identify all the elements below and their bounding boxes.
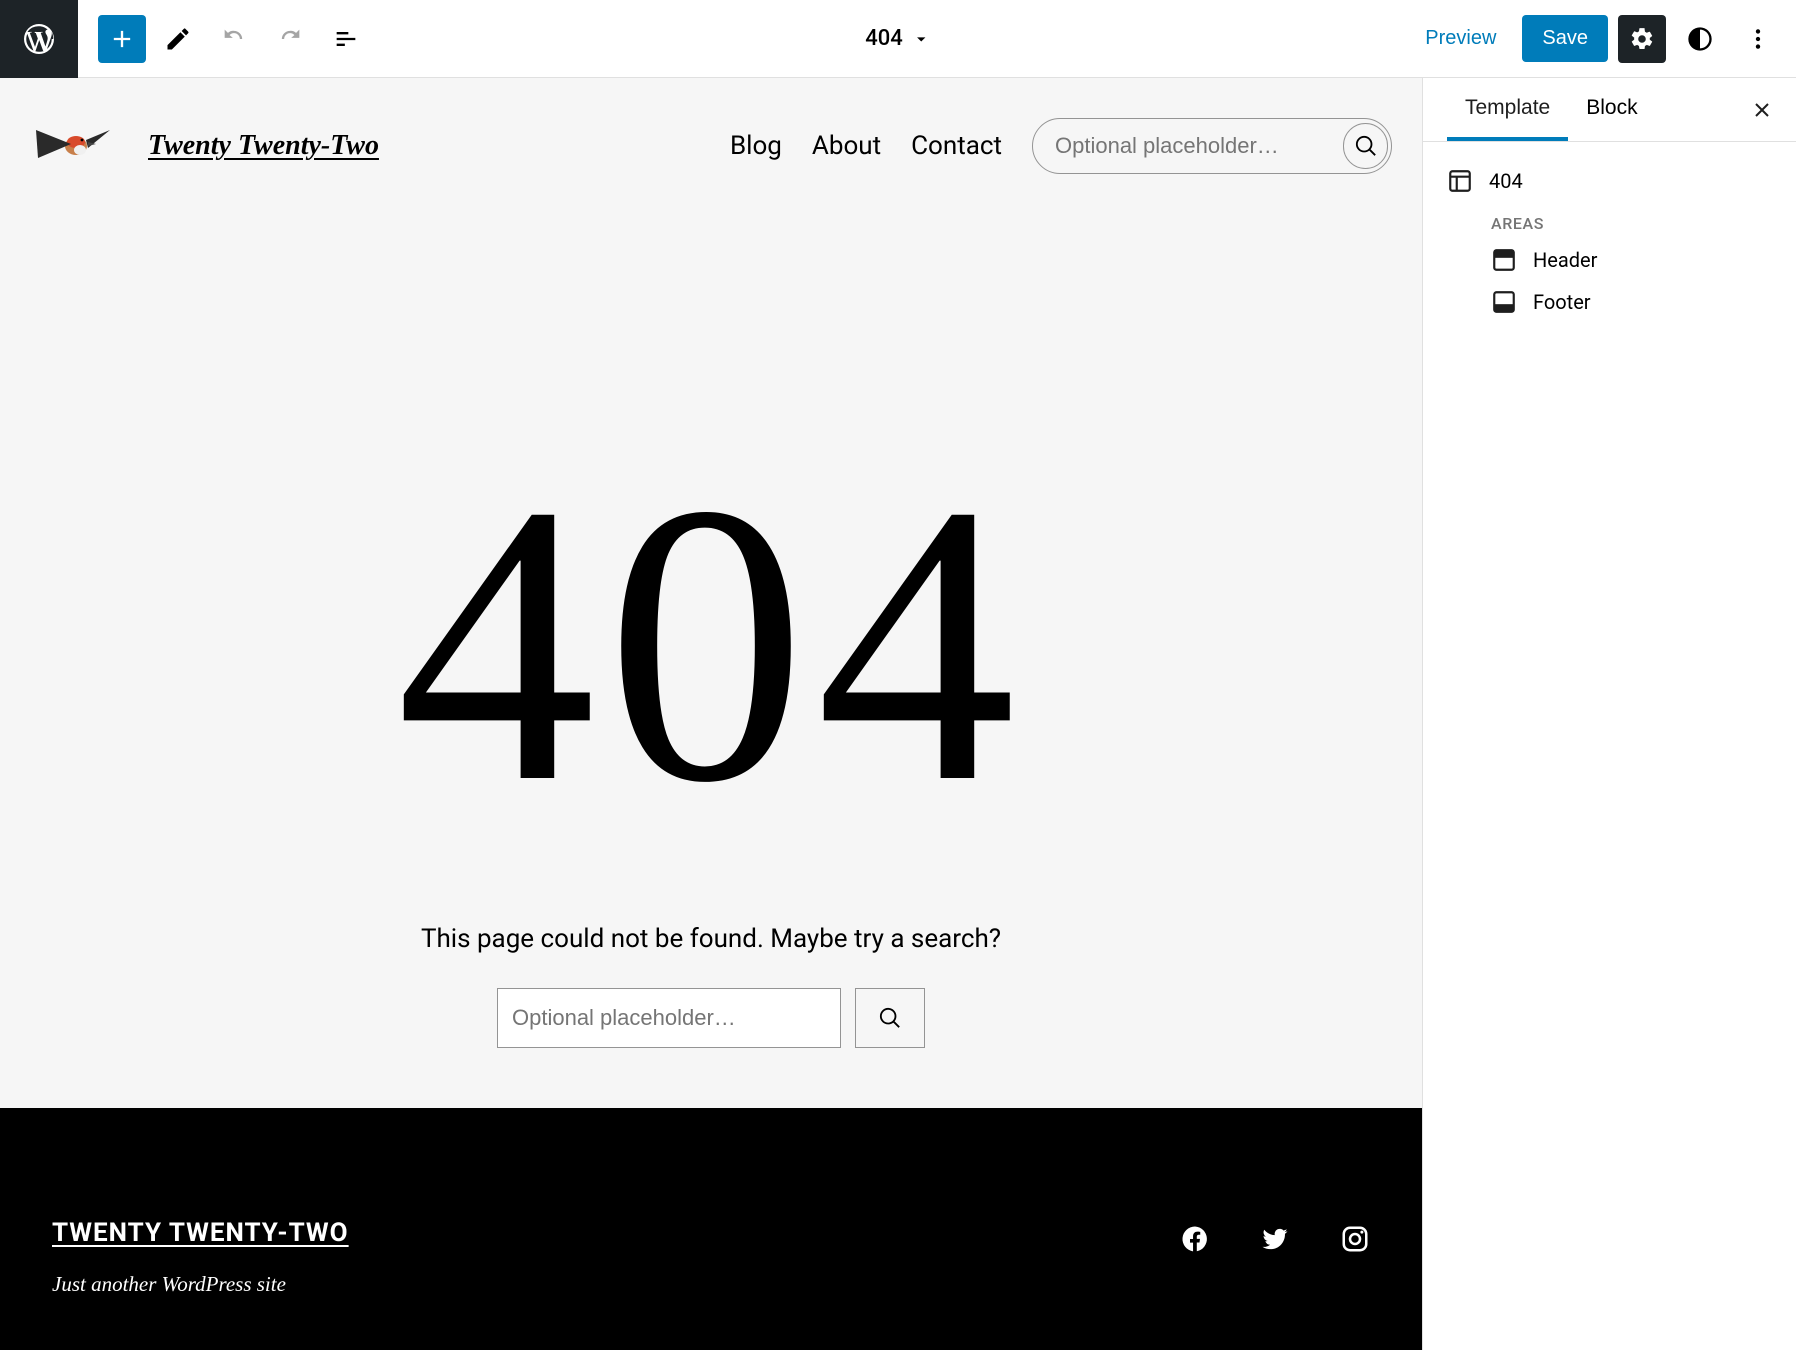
sidebar-body: 404 AREAS Header Footer [1423,142,1796,343]
header-icon [1491,247,1517,273]
gear-icon [1629,26,1655,52]
area-footer-label: Footer [1533,290,1591,314]
nav-link-about[interactable]: About [812,131,881,161]
nav-link-contact[interactable]: Contact [911,131,1002,161]
tab-block[interactable]: Block [1568,78,1655,141]
list-view-button[interactable] [322,15,370,63]
editor-topbar: 404 Preview Save [0,0,1796,78]
undo-icon [220,25,248,53]
footer-brand: TWENTY TWENTY-TWO Just another WordPress… [52,1218,349,1297]
social-links [1180,1224,1370,1258]
site-logo[interactable] [26,120,112,172]
area-header[interactable]: Header [1447,239,1772,281]
site-brand: Twenty Twenty-Two [26,120,379,172]
main-search-button[interactable] [855,988,925,1048]
template-footer: TWENTY TWENTY-TWO Just another WordPress… [0,1108,1422,1350]
undo-button[interactable] [210,15,258,63]
template-row[interactable]: 404 [1447,162,1772,200]
contrast-icon [1686,25,1714,53]
wordpress-logo[interactable] [0,0,78,78]
chevron-down-icon [911,29,931,49]
plus-icon [108,25,136,53]
search-icon [1355,135,1377,157]
tools-button[interactable] [154,15,202,63]
more-menu-button[interactable] [1734,15,1782,63]
redo-icon [276,25,304,53]
layout-icon [1447,168,1473,194]
save-button[interactable]: Save [1522,15,1608,62]
footer-tagline: Just another WordPress site [52,1272,349,1297]
areas-label: AREAS [1491,214,1772,233]
header-search-button[interactable] [1343,123,1388,169]
search-icon [879,1007,901,1029]
settings-sidebar: Template Block 404 AREAS Header Footer [1422,78,1796,1350]
main-search-input[interactable] [497,988,841,1048]
social-twitter[interactable] [1260,1224,1290,1258]
close-icon [1750,98,1774,122]
styles-button[interactable] [1676,15,1724,63]
preview-button[interactable]: Preview [1409,17,1512,60]
facebook-icon [1180,1224,1210,1254]
error-code: 404 [0,444,1422,844]
primary-nav: Blog About Contact [730,118,1392,174]
editor-canvas[interactable]: Twenty Twenty-Two Blog About Contact 404… [0,78,1422,1350]
header-search [1032,118,1392,174]
area-footer[interactable]: Footer [1447,281,1772,323]
settings-button[interactable] [1618,15,1666,63]
header-search-input[interactable] [1055,133,1343,159]
site-title[interactable]: Twenty Twenty-Two [148,130,379,162]
twitter-icon [1260,1224,1290,1254]
bird-icon [26,120,112,172]
main-search [0,988,1422,1048]
area-header-label: Header [1533,248,1597,272]
block-inserter[interactable] [98,15,146,63]
template-header: Twenty Twenty-Two Blog About Contact [0,78,1422,214]
dots-vertical-icon [1745,26,1771,52]
footer-title[interactable]: TWENTY TWENTY-TWO [52,1218,349,1248]
wordpress-icon [21,21,57,57]
nav-link-blog[interactable]: Blog [730,131,782,161]
template-name: 404 [1489,169,1523,193]
social-instagram[interactable] [1340,1224,1370,1258]
tab-template[interactable]: Template [1447,78,1568,141]
list-icon [332,25,360,53]
editor-body: Twenty Twenty-Two Blog About Contact 404… [0,78,1796,1350]
footer-icon [1491,289,1517,315]
topbar-right: Preview Save [1409,15,1796,63]
instagram-icon [1340,1224,1370,1254]
document-title-text: 404 [865,26,903,51]
error-message: This page could not be found. Maybe try … [0,924,1422,954]
redo-button[interactable] [266,15,314,63]
close-sidebar-button[interactable] [1738,86,1786,134]
social-facebook[interactable] [1180,1224,1210,1258]
sidebar-tabs: Template Block [1423,78,1796,142]
pencil-icon [164,25,192,53]
document-title[interactable]: 404 [865,26,931,51]
